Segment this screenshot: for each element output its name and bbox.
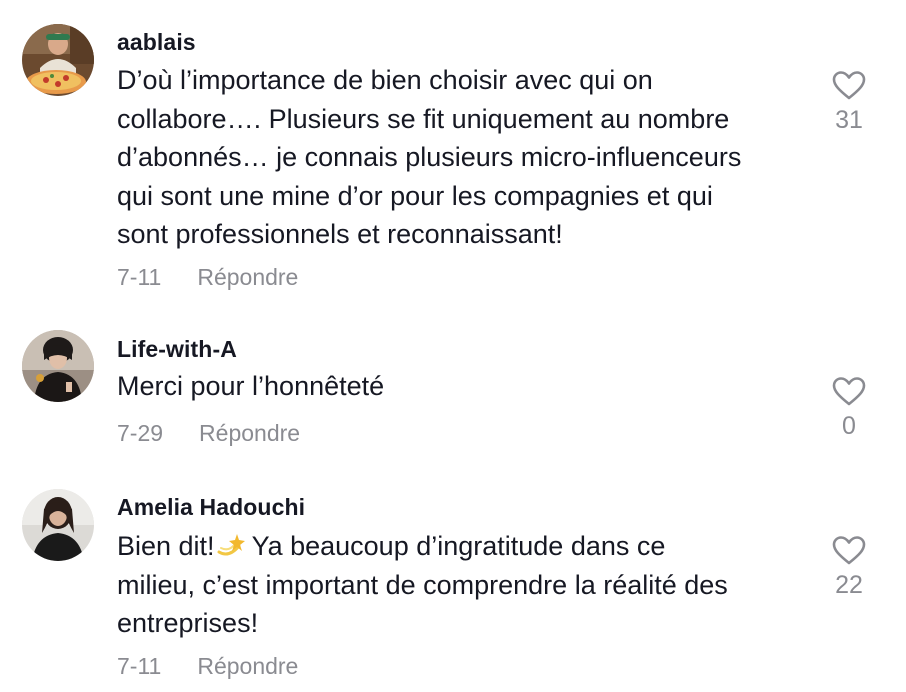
comment-text-line: Bien dit! Ya beaucoup d’ingratitude dans… [117, 527, 817, 566]
like-count: 0 [842, 412, 856, 440]
comment-meta: 7-11 Répondre [117, 653, 298, 680]
comment-text-line: Merci pour l’honnêteté [117, 371, 385, 401]
comment-date: 7-11 [117, 264, 162, 290]
like-control: 31 [826, 70, 872, 135]
like-control: 22 [826, 535, 872, 600]
comment-username[interactable]: Amelia Hadouchi [117, 494, 305, 521]
comment-meta: 7-11 Répondre [117, 264, 298, 291]
heart-icon[interactable] [832, 70, 866, 100]
comment-text: Merci pour l’honnêteté [117, 367, 817, 406]
comment-text-line: qui sont une mine d’or pour les compagni… [117, 180, 713, 211]
reply-button[interactable]: Répondre [197, 264, 298, 290]
avatar-pizza-photo [22, 24, 94, 96]
reply-button[interactable]: Répondre [199, 420, 300, 446]
user-avatar[interactable] [22, 24, 94, 96]
like-count: 31 [835, 106, 863, 134]
user-avatar[interactable] [22, 489, 94, 561]
heart-icon[interactable] [832, 376, 866, 406]
reply-button[interactable]: Répondre [197, 653, 298, 679]
comment-text-segment: Ya beaucoup d’ingratitude dans ce [244, 531, 666, 561]
comment-date: 7-11 [117, 653, 162, 679]
comment-text-segment: Bien dit! [117, 531, 215, 561]
comment-text: Bien dit! Ya beaucoup d’ingratitude dans… [117, 527, 817, 643]
like-control: 0 [826, 376, 872, 441]
user-avatar[interactable] [22, 330, 94, 402]
dizzy-emoji [217, 534, 245, 556]
comment-date: 7-29 [117, 420, 164, 446]
avatar-portrait-photo [22, 489, 94, 561]
comment-text-line: d’abonnés… je connais plusieurs micro-in… [117, 142, 742, 172]
heart-icon[interactable] [832, 535, 866, 565]
comment-text-line: entreprises! [117, 608, 259, 638]
like-count: 22 [835, 571, 863, 599]
comment-text: D’où l’importance de bien choisir avec q… [117, 61, 817, 254]
comment-meta: 7-29 Répondre [117, 420, 300, 447]
comment-username[interactable]: aablais [117, 29, 196, 56]
comment-text-line: sont professionnels et reconnaissant! [117, 219, 563, 249]
comment-text-line: collabore…. Plusieurs se fit uniquement … [117, 103, 730, 134]
comment-text-line: milieu, c’est important de comprendre la… [117, 569, 728, 600]
comment-username[interactable]: Life-with-A [117, 336, 237, 363]
avatar-portrait-photo [22, 330, 94, 402]
comment-text-line: D’où l’importance de bien choisir avec q… [117, 65, 653, 95]
